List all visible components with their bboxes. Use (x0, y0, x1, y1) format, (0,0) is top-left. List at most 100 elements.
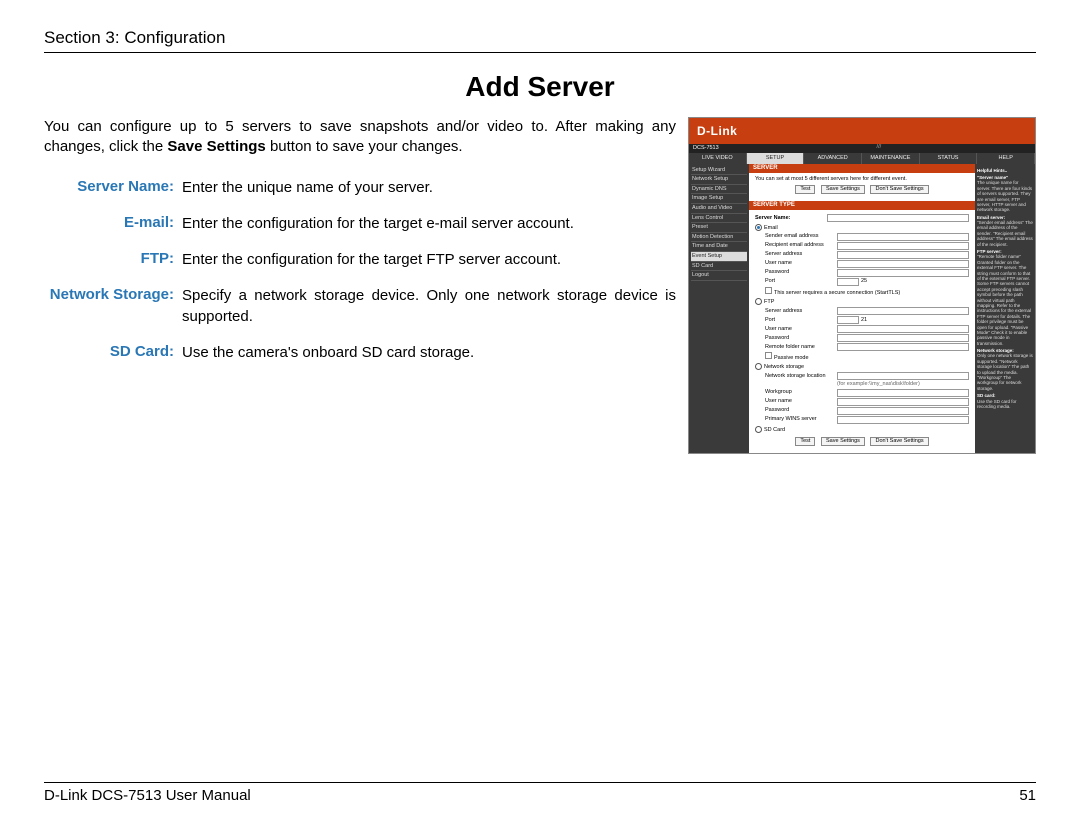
shot-help-panel: Helpful Hints.. "Server name" The unique… (975, 164, 1035, 453)
checkbox-passive[interactable] (765, 352, 772, 359)
ui-screenshot: D-Link DCS-7513 /// LIVE VIDEO SETUP ADV… (688, 117, 1036, 454)
server-name-input[interactable] (827, 214, 969, 222)
sb-item[interactable]: Audio and Video (691, 204, 747, 214)
opt-sd: SD Card (764, 427, 785, 433)
tab-setup[interactable]: SETUP (747, 153, 805, 164)
lab: Remote folder name (765, 344, 837, 351)
sb-item[interactable]: Lens Control (691, 214, 747, 224)
shot-brand-bar: D-Link (689, 118, 1035, 144)
def-server-name: Server Name: Enter the unique name of yo… (44, 178, 676, 198)
lab: User name (765, 260, 837, 267)
inp[interactable] (837, 389, 969, 397)
def-text: Specify a network storage device. Only o… (182, 286, 676, 327)
description-column: You can configure up to 5 servers to sav… (44, 117, 676, 379)
lab: Network storage location (765, 373, 837, 380)
definition-list: Server Name: Enter the unique name of yo… (44, 178, 676, 364)
inp[interactable] (837, 372, 969, 380)
radio-sd[interactable] (755, 426, 762, 433)
sb-item[interactable]: Motion Detection (691, 233, 747, 243)
tab-status[interactable]: STATUS (920, 153, 978, 164)
shot-main: SERVER You can set at most 5 different s… (749, 164, 975, 453)
bottom-buttons: Test Save Settings Don't Save Settings (755, 437, 969, 446)
page-title: Add Server (44, 71, 1036, 103)
sb-item[interactable]: Dynamic DNS (691, 185, 747, 195)
lab: Recipient email address (765, 242, 837, 249)
radio-ns[interactable] (755, 363, 762, 370)
help-title: Helpful Hints.. (977, 168, 1033, 173)
tab-maintenance[interactable]: MAINTENANCE (862, 153, 920, 164)
intro-paragraph: You can configure up to 5 servers to sav… (44, 117, 676, 158)
btn-dont-save[interactable]: Don't Save Settings (870, 185, 928, 194)
btn-save[interactable]: Save Settings (821, 185, 865, 194)
sb-item[interactable]: SD Card (691, 262, 747, 272)
help-t: "Remote folder name" Granted folder on t… (977, 254, 1031, 345)
lab: Sender email address (765, 233, 837, 240)
inp[interactable] (837, 242, 969, 250)
help-t: "Sender email address" The email address… (977, 220, 1033, 247)
def-ftp: FTP: Enter the configuration for the tar… (44, 250, 676, 270)
sb-item[interactable]: Logout (691, 271, 747, 281)
radio-ftp[interactable] (755, 298, 762, 305)
sb-item[interactable]: Time and Date (691, 242, 747, 252)
tls-label: This server requires a secure connection… (774, 290, 900, 296)
radio-email[interactable] (755, 224, 762, 231)
inp[interactable] (837, 398, 969, 406)
help-t: Only one network storage is supported. "… (977, 353, 1033, 390)
inp[interactable] (837, 316, 859, 324)
passive-label: Passive mode (774, 355, 809, 361)
def-text: Enter the configuration for the target e… (182, 214, 676, 234)
btn-test[interactable]: Test (795, 185, 815, 194)
opt-email: Email (764, 225, 778, 231)
tab-advanced[interactable]: ADVANCED (804, 153, 862, 164)
sb-item-selected[interactable]: Event Setup (691, 252, 747, 262)
opt-ns: Network storage (764, 364, 804, 370)
checkbox-tls[interactable] (765, 287, 772, 294)
page-footer: D-Link DCS-7513 User Manual 51 (44, 778, 1036, 804)
def-text: Use the camera's onboard SD card storage… (182, 343, 676, 363)
def-text: Enter the configuration for the target F… (182, 250, 676, 270)
port-default: 21 (861, 317, 867, 324)
opt-ftp: FTP (764, 299, 774, 305)
def-sd-card: SD Card: Use the camera's onboard SD car… (44, 343, 676, 363)
section-type: SERVER TYPE (749, 201, 975, 210)
inp[interactable] (837, 307, 969, 315)
inp[interactable] (837, 334, 969, 342)
inp[interactable] (837, 325, 969, 333)
lab: Primary WINS server (765, 416, 837, 423)
tab-live[interactable]: LIVE VIDEO (689, 153, 747, 164)
inp[interactable] (837, 233, 969, 241)
inp[interactable] (837, 407, 969, 415)
panel-title: SERVER (749, 164, 975, 173)
section-header: Section 3: Configuration (44, 28, 1036, 48)
sb-item[interactable]: Preset (691, 223, 747, 233)
top-buttons: Test Save Settings Don't Save Settings (755, 185, 969, 194)
tab-help[interactable]: HELP (977, 153, 1035, 164)
inp[interactable] (837, 278, 859, 286)
def-label: SD Card: (44, 343, 182, 363)
inp[interactable] (837, 251, 969, 259)
help-t: The unique name for server. There are fo… (977, 180, 1032, 212)
def-email: E-mail: Enter the configuration for the … (44, 214, 676, 234)
screenshot-column: D-Link DCS-7513 /// LIVE VIDEO SETUP ADV… (688, 117, 1036, 454)
inp[interactable] (837, 416, 969, 424)
def-network-storage: Network Storage: Specify a network stora… (44, 286, 676, 327)
sb-item[interactable]: Image Setup (691, 194, 747, 204)
def-label: Server Name: (44, 178, 182, 198)
shot-sidebar: Setup Wizard Network Setup Dynamic DNS I… (689, 164, 749, 453)
sb-item[interactable]: Network Setup (691, 175, 747, 185)
server-name-field: Server Name: (755, 214, 969, 222)
intro-bold: Save Settings (167, 138, 265, 155)
lab: User name (765, 398, 837, 405)
inp[interactable] (837, 269, 969, 277)
sb-item[interactable]: Setup Wizard (691, 166, 747, 176)
bottom-rule (44, 782, 1036, 783)
inp[interactable] (837, 260, 969, 268)
btn-save[interactable]: Save Settings (821, 437, 865, 446)
top-rule (44, 52, 1036, 53)
inp[interactable] (837, 343, 969, 351)
panel-note: You can set at most 5 different servers … (755, 176, 969, 183)
lab: User name (765, 326, 837, 333)
lab: Port (765, 278, 837, 285)
btn-test[interactable]: Test (795, 437, 815, 446)
btn-dont-save[interactable]: Don't Save Settings (870, 437, 928, 446)
